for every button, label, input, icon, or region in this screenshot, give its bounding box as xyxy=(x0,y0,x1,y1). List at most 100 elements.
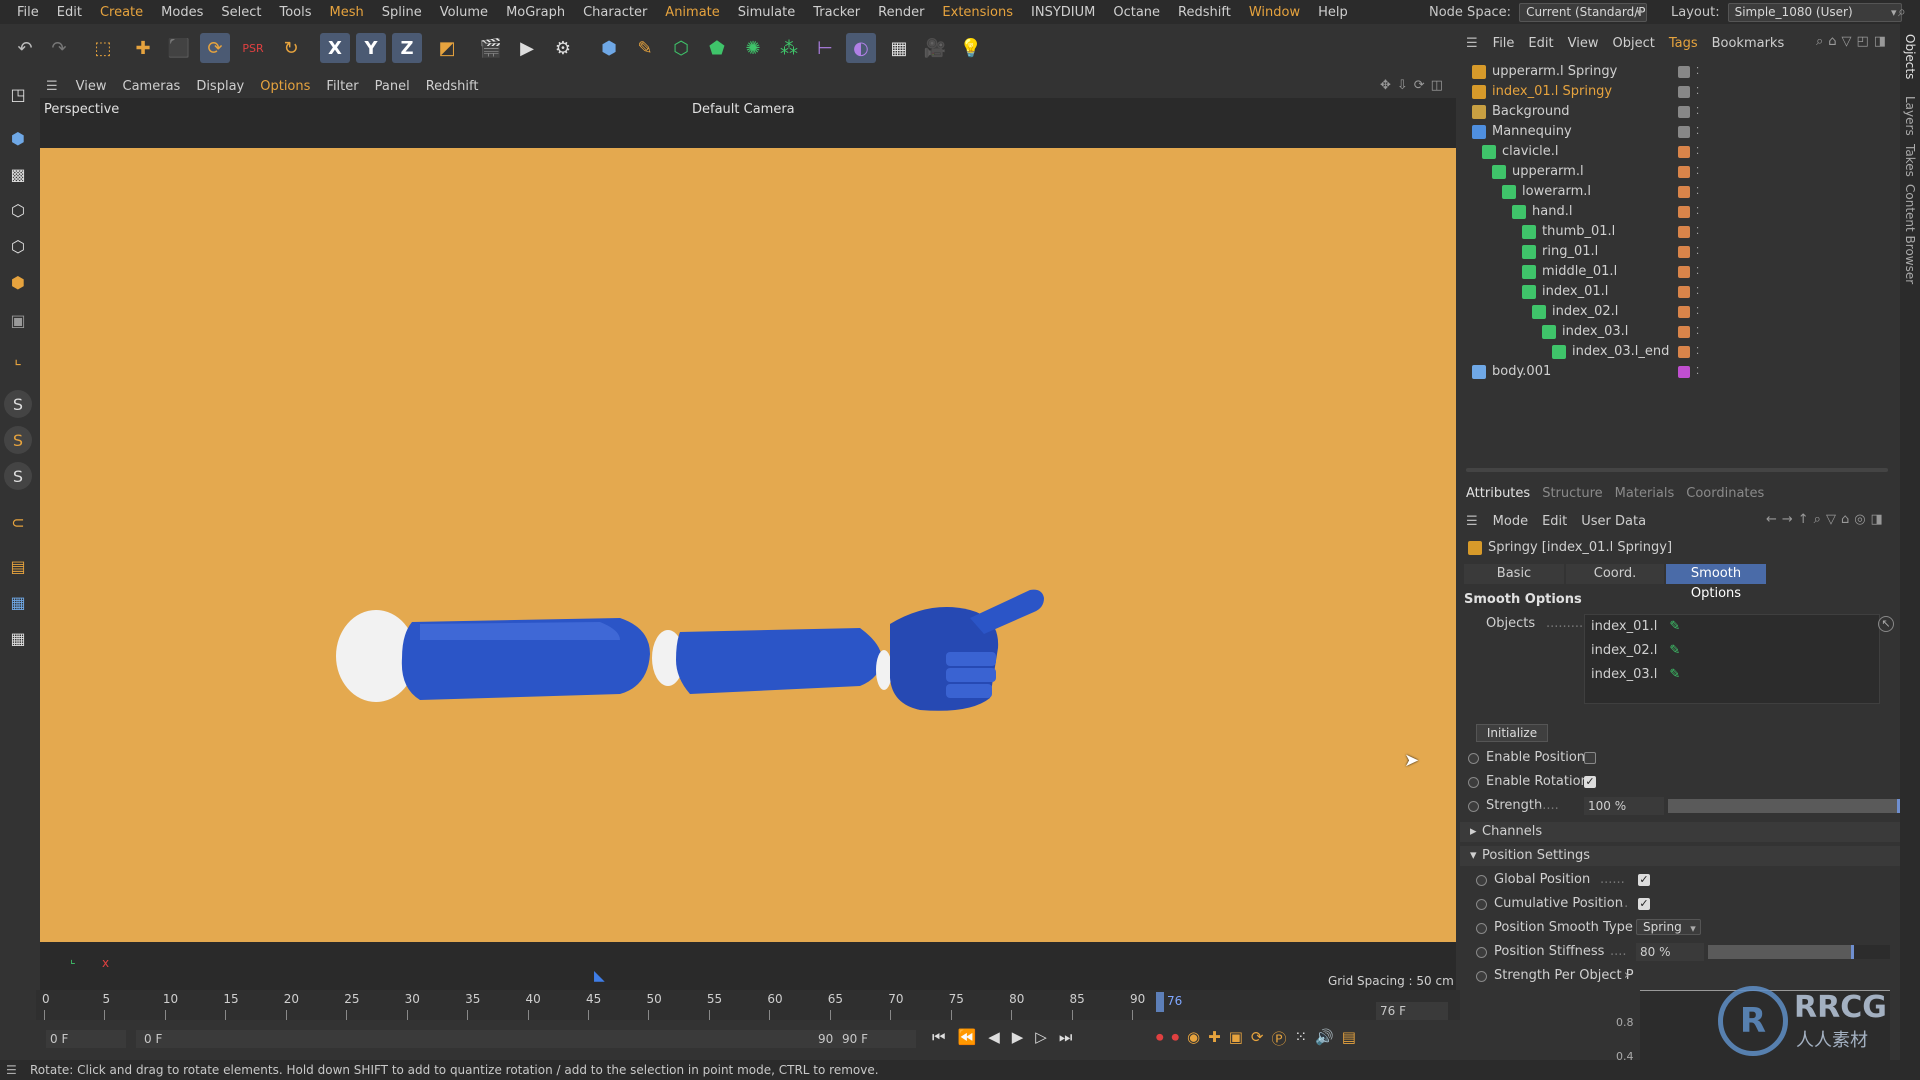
cloner-icon[interactable]: ✺ xyxy=(738,33,768,63)
viewport-hamburger-icon[interactable]: ☰ xyxy=(36,79,68,94)
manager-tab-structure[interactable]: Structure xyxy=(1536,486,1608,501)
layer-color-icon[interactable] xyxy=(1678,366,1690,378)
object-row[interactable]: thumb_01.l ⁚ xyxy=(1460,222,1900,242)
om-scrollbar[interactable] xyxy=(1466,468,1888,472)
menu-character[interactable]: Character xyxy=(574,5,656,20)
render-to-picture-viewer-icon[interactable]: ▶ xyxy=(512,33,542,63)
enable-position-checkbox[interactable] xyxy=(1584,752,1596,764)
timeline-ruler[interactable]: 0 5 10 15 20 25 30 35 40 45 50 55 60 65 70 75 80 85 90 76 … xyxy=(36,990,1460,1020)
step-forward-icon[interactable]: ▷ xyxy=(1035,1028,1047,1046)
position-settings-group[interactable]: ▾ Position Settings xyxy=(1460,846,1900,866)
smooth-type-anim-icon[interactable] xyxy=(1476,923,1487,934)
subdivision-icon[interactable]: ⬡ xyxy=(666,33,696,63)
channels-group[interactable]: ▸ Channels xyxy=(1460,822,1900,842)
object-row[interactable]: Mannequiny ⁚ xyxy=(1460,122,1900,142)
viewport-menu-redshift[interactable]: Redshift xyxy=(418,79,487,94)
object-row[interactable]: index_03.l ⁚ xyxy=(1460,322,1900,342)
visibility-dots-icon[interactable]: ⁚ xyxy=(1696,322,1699,342)
manager-tab-attributes[interactable]: Attributes xyxy=(1460,486,1536,501)
play-icon[interactable]: ▶ xyxy=(1012,1028,1024,1046)
visibility-dots-icon[interactable]: ⁚ xyxy=(1696,142,1699,162)
texture-mode-icon[interactable]: ▩ xyxy=(4,160,32,188)
objects-list-item[interactable]: index_01.l ✎ xyxy=(1591,619,1680,634)
rotation-key-icon[interactable]: ⟳ xyxy=(1251,1028,1264,1049)
object-row[interactable]: clavicle.l ⁚ xyxy=(1460,142,1900,162)
object-row[interactable]: body.001 ⁚ xyxy=(1460,362,1900,382)
workplane-snap-icon[interactable]: S xyxy=(4,462,32,490)
menu-modes[interactable]: Modes xyxy=(152,5,212,20)
menu-tools[interactable]: Tools xyxy=(270,5,320,20)
am-menu-edit[interactable]: Edit xyxy=(1535,514,1574,529)
workplane-icon[interactable]: ▤ xyxy=(4,552,32,580)
object-row[interactable]: hand.l ⁚ xyxy=(1460,202,1900,222)
layer-color-icon[interactable] xyxy=(1678,306,1690,318)
enable-position-anim-icon[interactable] xyxy=(1468,753,1479,764)
make-editable-icon[interactable]: ◳ xyxy=(4,80,32,108)
deformer-icon[interactable]: ⊢ xyxy=(810,33,840,63)
cube-icon[interactable]: ⬢ xyxy=(594,33,624,63)
object-row[interactable]: index_02.l ⁚ xyxy=(1460,302,1900,322)
menu-tracker[interactable]: Tracker xyxy=(804,5,869,20)
undo-icon[interactable]: ↶ xyxy=(10,33,40,63)
objects-list-item[interactable]: index_02.l ✎ xyxy=(1591,643,1680,658)
side-tab-content-browser[interactable]: Content Browser xyxy=(1903,184,1917,284)
scale-tool-icon[interactable]: ⬛ xyxy=(164,33,194,63)
menu-select[interactable]: Select xyxy=(212,5,270,20)
layer-color-icon[interactable] xyxy=(1678,206,1690,218)
redo-icon[interactable]: ↷ xyxy=(44,33,74,63)
camera-icon[interactable]: 🎥 xyxy=(920,33,950,63)
scale-key-icon[interactable]: ▣ xyxy=(1229,1028,1243,1049)
manager-tab-coordinates[interactable]: Coordinates xyxy=(1680,486,1770,501)
am-toolbar-icons[interactable]: ←→↑⌕▽⌂◎◨ xyxy=(1766,512,1888,527)
visibility-dots-icon[interactable]: ⁚ xyxy=(1696,342,1699,362)
menu-redshift[interactable]: Redshift xyxy=(1169,5,1240,20)
polygons-mode-icon[interactable]: ⬢ xyxy=(4,268,32,296)
object-row[interactable]: Background ⁚ xyxy=(1460,102,1900,122)
viewport-canvas[interactable] xyxy=(40,148,1456,942)
visibility-dots-icon[interactable]: ⁚ xyxy=(1696,162,1699,182)
subtab-smooth-options[interactable]: Smooth Options xyxy=(1666,564,1766,601)
layer-color-icon[interactable] xyxy=(1678,106,1690,118)
menu-mesh[interactable]: Mesh xyxy=(321,5,373,20)
visibility-dots-icon[interactable]: ⁚ xyxy=(1696,82,1699,102)
stiffness-slider[interactable] xyxy=(1708,945,1890,959)
menu-octane[interactable]: Octane xyxy=(1104,5,1169,20)
step-back-icon[interactable]: ◀ xyxy=(988,1028,1000,1046)
status-menu-icon[interactable]: ☰ xyxy=(6,1063,17,1077)
visibility-dots-icon[interactable]: ⁚ xyxy=(1696,282,1699,302)
menu-mograph[interactable]: MoGraph xyxy=(497,5,574,20)
camera-name[interactable]: Default Camera xyxy=(692,102,795,117)
select-tool-icon[interactable]: ⬚ xyxy=(88,33,118,63)
layer-color-icon[interactable] xyxy=(1678,126,1690,138)
am-menu-mode[interactable]: Mode xyxy=(1486,514,1535,529)
menu-spline[interactable]: Spline xyxy=(373,5,431,20)
visibility-dots-icon[interactable]: ⁚ xyxy=(1696,182,1699,202)
menu-file[interactable]: File xyxy=(8,5,48,20)
global-position-checkbox[interactable]: ✓ xyxy=(1638,874,1650,886)
snap-settings-icon[interactable]: S xyxy=(4,426,32,454)
visibility-dots-icon[interactable]: ⁚ xyxy=(1696,202,1699,222)
extrude-icon[interactable]: ⬟ xyxy=(702,33,732,63)
subtab-coord[interactable]: Coord. xyxy=(1566,564,1664,584)
x-axis-icon[interactable]: X xyxy=(320,33,350,63)
points-mode-icon[interactable]: ⬡ xyxy=(4,196,32,224)
menu-edit[interactable]: Edit xyxy=(48,5,91,20)
playhead[interactable] xyxy=(1156,992,1164,1012)
layer-color-icon[interactable] xyxy=(1678,86,1690,98)
enable-rotation-anim-icon[interactable] xyxy=(1468,777,1479,788)
layer-color-icon[interactable] xyxy=(1678,186,1690,198)
objects-list-item[interactable]: index_03.l ✎ xyxy=(1591,667,1680,682)
previous-key-icon[interactable]: ⏪ xyxy=(958,1028,977,1046)
timeline-icon[interactable]: ▤ xyxy=(1342,1028,1356,1049)
strength-slider[interactable] xyxy=(1668,799,1900,813)
layer-color-icon[interactable] xyxy=(1678,246,1690,258)
menu-extensions[interactable]: Extensions xyxy=(933,5,1022,20)
menu-simulate[interactable]: Simulate xyxy=(729,5,804,20)
am-menu-user-data[interactable]: User Data xyxy=(1574,514,1653,529)
visibility-dots-icon[interactable]: ⁚ xyxy=(1696,222,1699,242)
menu-window[interactable]: Window xyxy=(1240,5,1309,20)
recent-tool-icon[interactable]: ↻ xyxy=(276,33,306,63)
floor-icon[interactable]: ▦ xyxy=(884,33,914,63)
viewport-menu-filter[interactable]: Filter xyxy=(318,79,366,94)
range-slider[interactable]: 0 F 90 F xyxy=(136,1030,852,1048)
